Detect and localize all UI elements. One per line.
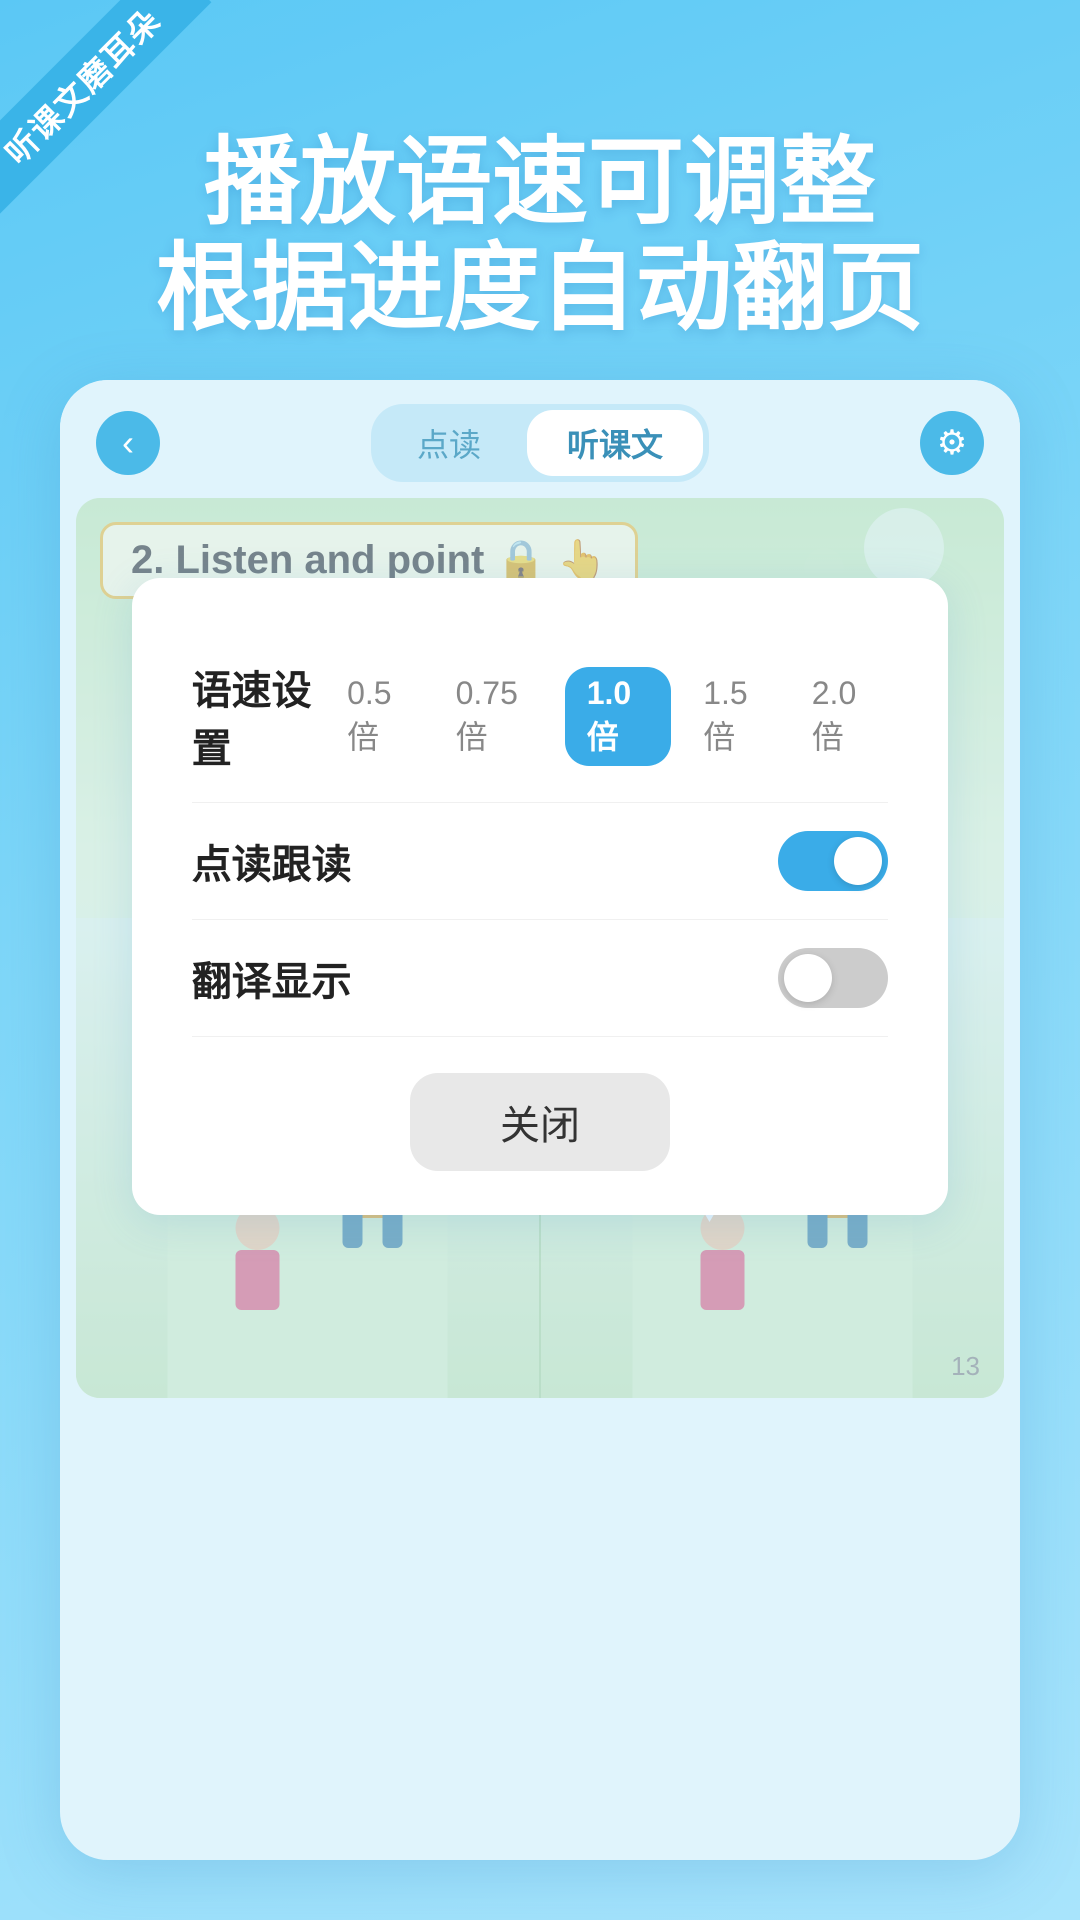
speed-setting-label: 语速设置 [192,658,333,774]
speed-opt-0[interactable]: 0.5倍 [333,667,424,766]
gear-icon: ⚙ [937,423,967,463]
speed-opt-2[interactable]: 1.0倍 [565,667,672,766]
corner-ribbon: 听课文磨耳朵 [0,0,220,220]
hero-line2: 根据进度自动翻页 [0,236,1080,342]
speed-opt-4[interactable]: 2.0倍 [798,667,889,766]
settings-gear-button[interactable]: ⚙ [920,411,984,475]
tab-point-reading[interactable]: 点读 [377,410,521,476]
speed-opt-1[interactable]: 0.75倍 [442,667,547,766]
tab-listen-text[interactable]: 听课文 [527,410,703,476]
follow-reading-label: 点读跟读 [192,832,352,890]
device-frame: ‹ 点读 听课文 ⚙ 2. Listen and point 🔒 👆 语速设置 [60,380,1020,1860]
back-button[interactable]: ‹ [96,411,160,475]
translation-row: 翻译显示 [192,920,889,1037]
speed-options-group: 0.5倍 0.75倍 1.0倍 1.5倍 2.0倍 [333,667,888,766]
translation-knob [784,954,832,1002]
translation-label: 翻译显示 [192,949,352,1007]
speed-setting-row: 语速设置 0.5倍 0.75倍 1.0倍 1.5倍 2.0倍 [192,630,889,803]
settings-modal-overlay: 语速设置 0.5倍 0.75倍 1.0倍 1.5倍 2.0倍 点读跟读 [76,498,1004,1398]
app-topbar: ‹ 点读 听课文 ⚙ [60,380,1020,498]
follow-reading-knob [834,837,882,885]
tab-group: 点读 听课文 [371,404,709,482]
back-icon: ‹ [122,422,134,464]
close-button[interactable]: 关闭 [410,1073,670,1171]
close-btn-row: 关闭 [192,1073,889,1171]
follow-reading-row: 点读跟读 [192,803,889,920]
settings-modal: 语速设置 0.5倍 0.75倍 1.0倍 1.5倍 2.0倍 点读跟读 [132,578,949,1215]
content-area: 2. Listen and point 🔒 👆 语速设置 0.5倍 0.75倍 … [76,498,1004,1398]
speed-opt-3[interactable]: 1.5倍 [689,667,780,766]
follow-reading-toggle[interactable] [778,831,888,891]
translation-toggle[interactable] [778,948,888,1008]
ribbon-text: 听课文磨耳朵 [0,0,211,214]
